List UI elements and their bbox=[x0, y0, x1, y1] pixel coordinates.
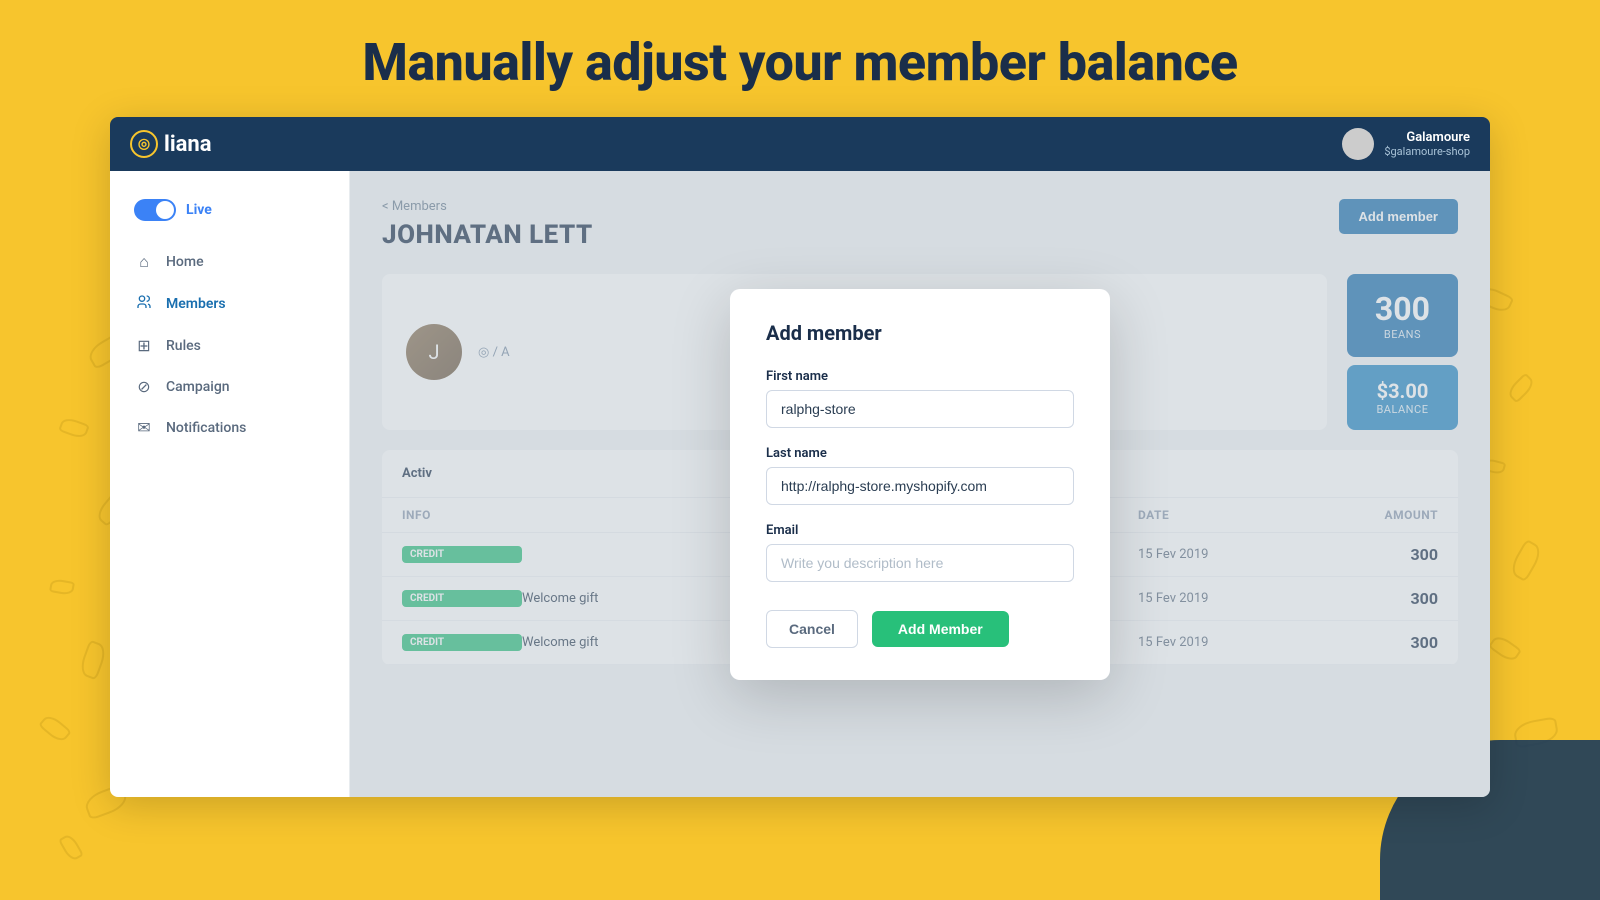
avatar bbox=[1342, 128, 1374, 160]
add-member-submit-button[interactable]: Add Member bbox=[872, 611, 1009, 647]
sidebar-item-label: Notifications bbox=[166, 420, 246, 436]
campaign-icon: ⊘ bbox=[134, 377, 154, 396]
logo-icon: ◎ bbox=[130, 130, 158, 158]
email-input[interactable] bbox=[766, 544, 1074, 582]
app-body: Live ⌂ Home Members ⊞ Rules ⊘ Campaign bbox=[110, 171, 1490, 797]
last-name-label: Last name bbox=[766, 446, 1074, 461]
user-info: Galamoure $galamoure-shop bbox=[1384, 130, 1470, 158]
rules-icon: ⊞ bbox=[134, 336, 154, 355]
sidebar-item-campaign[interactable]: ⊘ Campaign bbox=[110, 366, 349, 407]
logo-text: liana bbox=[164, 132, 212, 157]
modal-overlay: Add member First name Last name Email bbox=[350, 171, 1490, 797]
first-name-label: First name bbox=[766, 369, 1074, 384]
live-label: Live bbox=[186, 202, 212, 218]
hero-title: Manually adjust your member balance bbox=[0, 0, 1600, 117]
sidebar-item-label: Home bbox=[166, 254, 204, 270]
modal-actions: Cancel Add Member bbox=[766, 610, 1074, 648]
live-toggle[interactable]: Live bbox=[110, 191, 349, 241]
first-name-input[interactable] bbox=[766, 390, 1074, 428]
cancel-button[interactable]: Cancel bbox=[766, 610, 858, 648]
members-icon bbox=[134, 294, 154, 314]
navbar: ◎ liana Galamoure $galamoure-shop bbox=[110, 117, 1490, 171]
add-member-modal: Add member First name Last name Email bbox=[730, 289, 1110, 680]
sidebar-item-label: Members bbox=[166, 296, 226, 312]
email-label: Email bbox=[766, 523, 1074, 538]
sidebar: Live ⌂ Home Members ⊞ Rules ⊘ Campaign bbox=[110, 171, 350, 797]
notifications-icon: ✉ bbox=[134, 418, 154, 437]
user-profile[interactable]: Galamoure $galamoure-shop bbox=[1342, 128, 1470, 160]
sidebar-item-label: Campaign bbox=[166, 379, 230, 395]
sidebar-item-rules[interactable]: ⊞ Rules bbox=[110, 325, 349, 366]
user-shop: $galamoure-shop bbox=[1384, 145, 1470, 158]
logo: ◎ liana bbox=[130, 130, 212, 158]
last-name-input[interactable] bbox=[766, 467, 1074, 505]
main-content: < Members JOHNATAN LETT Add member J ◎ /… bbox=[350, 171, 1490, 797]
sidebar-item-label: Rules bbox=[166, 338, 201, 354]
live-switch[interactable] bbox=[134, 199, 176, 221]
sidebar-item-members[interactable]: Members bbox=[110, 283, 349, 325]
last-name-group: Last name bbox=[766, 446, 1074, 505]
modal-title: Add member bbox=[766, 321, 1074, 345]
user-name: Galamoure bbox=[1384, 130, 1470, 145]
home-icon: ⌂ bbox=[134, 252, 154, 272]
sidebar-item-notifications[interactable]: ✉ Notifications bbox=[110, 407, 349, 448]
first-name-group: First name bbox=[766, 369, 1074, 428]
sidebar-item-home[interactable]: ⌂ Home bbox=[110, 241, 349, 283]
email-group: Email bbox=[766, 523, 1074, 582]
